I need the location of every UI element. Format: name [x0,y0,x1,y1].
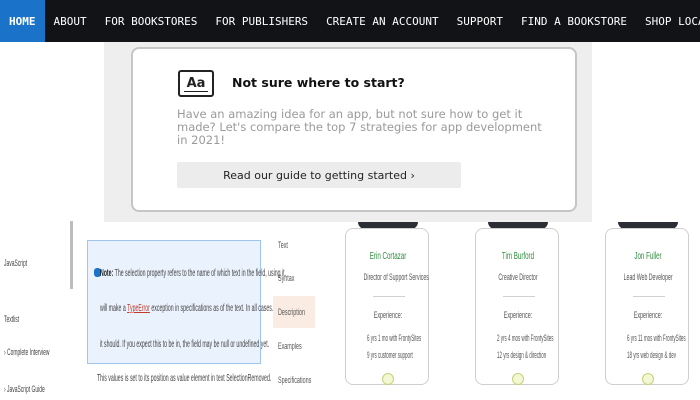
nav-for-publishers[interactable]: FOR PUBLISHERS [206,0,317,42]
note-followup-text: This values is set to its position as va… [97,373,272,384]
tab-examples[interactable]: Examples [273,330,315,362]
nav-home[interactable]: HOME [0,0,45,42]
note-lead: Note: [100,268,114,279]
team-experience-label: Experience: [633,310,663,320]
team-divider [633,296,665,297]
badge-icon [382,373,394,385]
nav-shop-local[interactable]: SHOP LOCAL [636,0,700,42]
note-line-1-text: The selection property refers to the nam… [114,268,287,279]
note-box: Note: The selection property refers to t… [87,240,286,364]
badge-icon [512,373,524,385]
nav-for-bookstores[interactable]: FOR BOOKSTORES [96,0,207,42]
nav-support[interactable]: SUPPORT [448,0,512,42]
tab-syntax[interactable]: Syntax [273,262,315,294]
team-name: Tim Burford [501,251,535,262]
team-detail: 2 yrs 4 mos with FrontySites [497,333,554,343]
tab-description-label: Description [278,307,306,317]
team-role: Lead Web Developer [623,272,673,282]
nav-about[interactable]: ABOUT [45,0,96,42]
guide-card: Aa Not sure where to start? Have an amaz… [131,47,577,212]
note-line-2-post: exception in specifications as of the te… [151,303,274,314]
team-name: Erin Cortazar [369,251,407,262]
team-detail: 18 yrs web design & dev [627,350,677,360]
guide-card-title: Not sure where to start? [232,75,405,90]
team-card: Jon Fuller Lead Web Developer Experience… [605,228,689,385]
guide-card-body: Have an amazing idea for an app, but not… [177,107,542,147]
font-aa-icon: Aa [178,70,214,97]
typeerror-link[interactable]: TypeError [127,303,150,314]
team-role: Creative Director [498,272,538,282]
sidebar-item-javascript-guide[interactable]: › JavaScript Guide [4,384,45,394]
tab-text[interactable]: Text [273,229,315,261]
team-role: Director of Support Services [363,272,429,282]
nav-find-bookstore[interactable]: FIND A BOOKSTORE [512,0,636,42]
top-nav: HOME ABOUT FOR BOOKSTORES FOR PUBLISHERS… [0,0,700,42]
tab-specifications-label: Specifications [278,375,312,385]
team-experience-label: Experience: [373,310,403,320]
team-detail: 6 yrs 11 mos with FrontySites [627,333,686,343]
team-card: Tim Burford Creative Director Experience… [475,228,559,385]
tab-examples-label: Examples [278,341,302,351]
team-experience-label: Experience: [503,310,533,320]
team-divider [503,296,535,297]
read-guide-button[interactable]: Read our guide to getting started › [177,162,461,188]
team-detail: 6 yrs 1 mo with FrontySites [367,333,422,343]
tab-syntax-label: Syntax [278,273,295,283]
team-detail: 9 yrs customer support [367,350,413,360]
sidebar-item-textlist[interactable]: Textlist [4,314,19,324]
tab-description[interactable]: Description [273,296,315,328]
team-detail: 12 yrs design & direction [497,350,547,360]
nav-create-account[interactable]: CREATE AN ACCOUNT [317,0,448,42]
note-line-2-pre: will make a [100,303,126,314]
team-name: Jon Fuller [634,251,662,262]
team-divider [373,296,405,297]
tab-text-label: Text [278,240,288,250]
sidebar-scrollbar[interactable] [70,221,73,289]
note-line-3: it should. If you expect this to be in, … [100,339,270,350]
team-card: Erin Cortazar Director of Support Servic… [345,228,429,385]
note-line-1: Note: The selection property refers to t… [100,268,286,279]
note-line-2: will make a TypeError exception in speci… [100,303,273,314]
badge-icon [642,373,654,385]
tab-specifications[interactable]: Specifications [273,364,315,396]
sidebar-item-complete-interview[interactable]: › Complete Interview [4,347,49,357]
sidebar-item-javascript[interactable]: JavaScript [4,258,27,268]
